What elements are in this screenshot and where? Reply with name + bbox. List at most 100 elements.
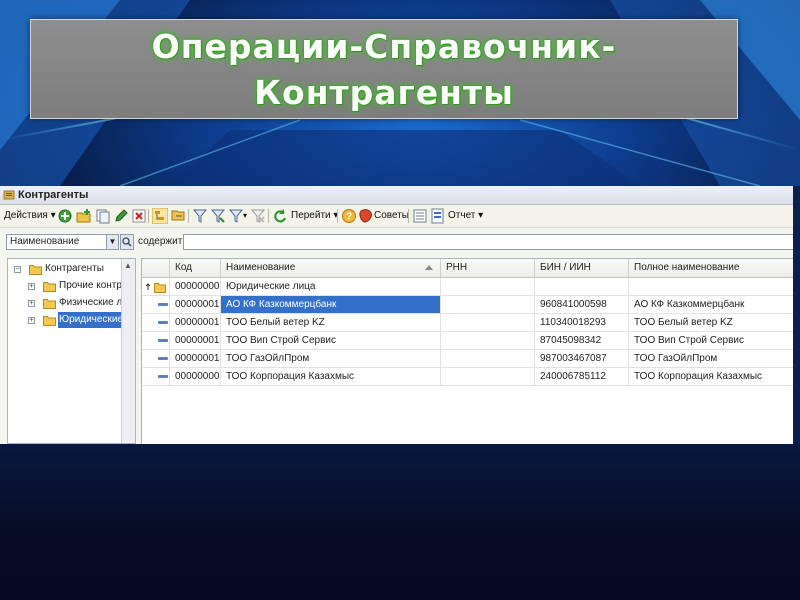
- filter-icon[interactable]: [192, 208, 208, 224]
- search-icon[interactable]: [120, 234, 134, 250]
- cell-bin: 240006785112: [535, 368, 629, 385]
- cell-name: ТОО ГазОйлПром: [221, 350, 441, 367]
- goto-menu[interactable]: Перейти ▾: [291, 208, 338, 224]
- column-header-rnn[interactable]: РНН: [441, 259, 535, 277]
- collapse-icon[interactable]: −: [14, 266, 21, 273]
- toolbar-separator: [408, 209, 409, 223]
- folder-icon: [43, 299, 56, 309]
- edit-icon[interactable]: [113, 208, 129, 224]
- cell-code: 000000002: [170, 278, 221, 295]
- cell-bin: 87045098342: [535, 332, 629, 349]
- list-settings-icon[interactable]: [412, 208, 428, 224]
- tree-node-other[interactable]: + Прочие контрагенты: [26, 278, 124, 294]
- row-icon-cell: [142, 296, 170, 313]
- cell-code: 000000010: [170, 296, 221, 313]
- toolbar-separator: [148, 209, 149, 223]
- tree-root-node[interactable]: − Контрагенты: [12, 261, 124, 277]
- group-tree: − Контрагенты + Прочие контрагенты + Физ…: [7, 258, 136, 444]
- item-icon: [158, 321, 168, 324]
- cell-code: 000000012: [170, 314, 221, 331]
- scroll-up-icon[interactable]: ▲: [124, 261, 132, 270]
- add-group-icon[interactable]: [76, 208, 92, 224]
- item-icon: [158, 303, 168, 306]
- cell-bin: [535, 278, 629, 295]
- expand-icon[interactable]: +: [28, 283, 35, 290]
- filter-history-icon[interactable]: [228, 208, 244, 224]
- cell-name: АО КФ Казкоммерцбанк: [221, 296, 441, 313]
- table-row-group[interactable]: 000000002 Юридические лица: [142, 278, 800, 296]
- copy-icon[interactable]: [95, 208, 111, 224]
- table-row[interactable]: 000000010 АО КФ Казкоммерцбанк 960841000…: [142, 296, 800, 314]
- cell-rnn: [441, 314, 535, 331]
- cell-code: 000000009: [170, 368, 221, 385]
- tips-button[interactable]: Советы: [374, 208, 409, 224]
- column-header-name-label: Наименование: [226, 262, 296, 273]
- help-icon[interactable]: ?: [341, 208, 357, 224]
- tree-view-icon[interactable]: [170, 208, 186, 224]
- folder-icon: [43, 316, 56, 326]
- cell-rnn: [441, 296, 535, 313]
- report-menu-label: Отчет: [448, 210, 476, 221]
- toolbar: Действия ▾ ▾ Перейти ▾ ? Советы Отчет ▾: [0, 205, 800, 228]
- column-header-full-name[interactable]: Полное наименование: [629, 259, 800, 277]
- counterparties-window: Контрагенты Действия ▾ ▾ Перейти ▾ ? Сов…: [0, 186, 800, 444]
- cell-name: ТОО Корпорация Казахмыс: [221, 368, 441, 385]
- cell-full-name: [629, 278, 800, 295]
- item-icon: [158, 339, 168, 342]
- cell-name: ТОО Вип Строй Сервис: [221, 332, 441, 349]
- contains-label: содержит:: [138, 236, 186, 247]
- expand-icon[interactable]: +: [28, 300, 35, 307]
- cell-name: Юридические лица: [221, 278, 441, 295]
- cell-bin: 110340018293: [535, 314, 629, 331]
- tree-scrollbar[interactable]: ▲: [121, 259, 135, 443]
- filter-history-dropdown[interactable]: ▾: [243, 208, 247, 224]
- hierarchy-toggle-icon[interactable]: [152, 208, 168, 224]
- tree-node-label: Прочие контрагенты: [59, 280, 124, 291]
- report-menu[interactable]: Отчет ▾: [448, 208, 483, 224]
- window-titlebar: Контрагенты: [0, 186, 800, 205]
- cell-full-name: АО КФ Казкоммерцбанк: [634, 299, 745, 310]
- delete-icon[interactable]: [131, 208, 147, 224]
- cell-rnn: [441, 278, 535, 295]
- search-input[interactable]: [183, 234, 800, 250]
- slide-title: Операции-Справочник- Контрагенты: [31, 24, 737, 116]
- slide-title-line1: Операции-Справочник-: [151, 27, 617, 66]
- cell-code: 000000013: [170, 332, 221, 349]
- item-icon: [158, 375, 168, 378]
- filter-by-value-icon[interactable]: [210, 208, 226, 224]
- expand-icon[interactable]: +: [28, 317, 35, 324]
- toolbar-separator: [337, 209, 338, 223]
- column-header-code[interactable]: Код: [170, 259, 221, 277]
- svg-text:?: ?: [346, 212, 352, 223]
- actions-menu-label: Действия: [4, 210, 48, 221]
- column-header-icon[interactable]: [142, 259, 170, 277]
- tree-node-label: Юридические лица: [58, 312, 124, 328]
- table-row[interactable]: 000000014 ТОО ГазОйлПром 987003467087 ТО…: [142, 350, 800, 368]
- cell-bin: 987003467087: [535, 350, 629, 367]
- clear-filter-icon[interactable]: [250, 208, 266, 224]
- row-icon-cell: [142, 368, 170, 385]
- cell-rnn: [441, 332, 535, 349]
- cell-full-name: ТОО Корпорация Казахмыс: [634, 371, 763, 382]
- report-icon[interactable]: [430, 208, 446, 224]
- filter-field-select[interactable]: Наименование: [6, 234, 118, 250]
- tree-node-legal-entities[interactable]: + Юридические лица: [26, 312, 124, 328]
- add-icon[interactable]: [57, 208, 73, 224]
- refresh-icon[interactable]: [272, 208, 288, 224]
- row-icon-cell: [142, 332, 170, 349]
- cell-code: 000000014: [170, 350, 221, 367]
- folder-icon: [43, 282, 56, 292]
- column-header-name[interactable]: Наименование: [221, 259, 441, 277]
- filter-field-dropdown-button[interactable]: ▼: [106, 234, 119, 250]
- tree-node-individuals[interactable]: + Физические лица: [26, 295, 124, 311]
- actions-menu[interactable]: Действия ▾: [4, 208, 56, 224]
- counterparties-table: Код Наименование РНН БИН / ИИН Полное на…: [141, 258, 800, 444]
- table-row[interactable]: 000000013 ТОО Вип Строй Сервис 870450983…: [142, 332, 800, 350]
- item-icon: [158, 357, 168, 360]
- parent-folder-icon: [145, 283, 166, 293]
- table-row[interactable]: 000000012 ТОО Белый ветер KZ 11034001829…: [142, 314, 800, 332]
- table-row[interactable]: 000000009 ТОО Корпорация Казахмыс 240006…: [142, 368, 800, 386]
- group-icon-cell: [142, 278, 170, 295]
- column-header-bin[interactable]: БИН / ИИН: [535, 259, 629, 277]
- tips-icon[interactable]: [358, 208, 374, 224]
